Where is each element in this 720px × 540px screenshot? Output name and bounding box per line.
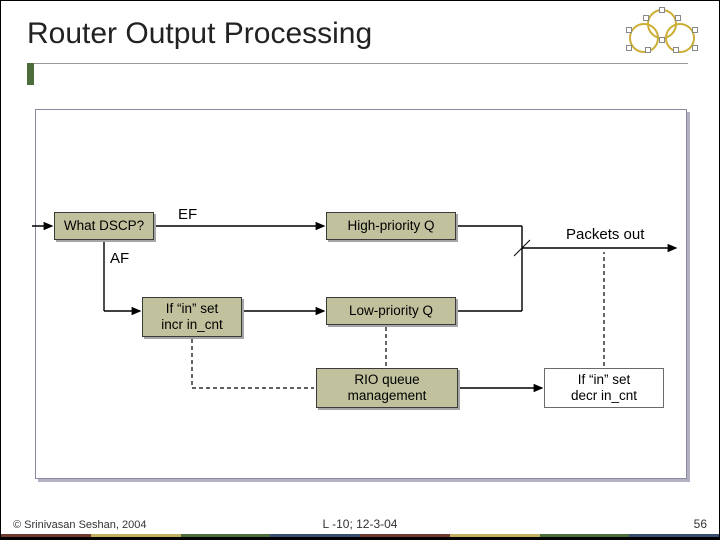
slide: Router Output Processing What DSCP? If “…	[1, 1, 719, 537]
diagram-frame: What DSCP? If “in” set incr in_cnt High-…	[35, 109, 687, 479]
footer-colorbar	[1, 534, 719, 537]
slide-title: Router Output Processing	[27, 17, 372, 51]
network-icon	[623, 9, 703, 53]
title-rule	[34, 63, 688, 64]
title-accent	[27, 63, 34, 85]
footer-lecture: L -10; 12-3-04	[323, 517, 398, 531]
diagram-arrows	[36, 110, 686, 478]
footer-page-number: 56	[694, 517, 707, 531]
footer-copyright: © Srinivasan Seshan, 2004	[13, 519, 146, 531]
